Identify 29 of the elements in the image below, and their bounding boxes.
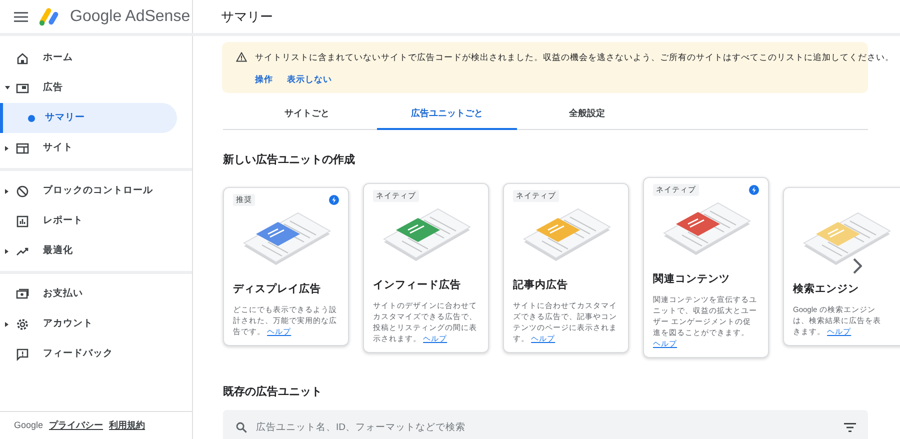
logo-text: Google AdSense: [70, 6, 190, 26]
banner-link[interactable]: 表示しない: [287, 72, 332, 86]
card-title: 関連コンテンツ: [653, 272, 731, 287]
banner-message: サイトリストに含まれていないサイトで広告コードが検出されました。収益の機会を逃さないよう、ご所有のサイトはすべてこのリストに追加してください。: [255, 51, 894, 64]
footer-brand: Google: [14, 418, 44, 432]
tab[interactable]: サイトごと: [237, 100, 377, 130]
card-title: インフィード広告: [373, 278, 462, 293]
card-title: 記事内広告: [513, 278, 569, 293]
sidebar-item[interactable]: 広告: [0, 73, 177, 103]
sidebar-item[interactable]: レポート: [0, 206, 177, 236]
sidebar-item[interactable]: ホーム: [0, 43, 177, 73]
card-title: 検索エンジン: [793, 282, 860, 297]
sidebar-item[interactable]: フィードバック: [0, 339, 177, 369]
tab[interactable]: 全般設定: [517, 100, 657, 130]
banner-link[interactable]: 操作: [255, 72, 273, 86]
card-title: ディスプレイ広告: [233, 282, 322, 297]
tab[interactable]: 広告ユニットごと: [377, 100, 517, 130]
page-title: サマリー: [220, 8, 273, 26]
sidebar-item[interactable]: お支払い: [0, 279, 177, 309]
footer-link[interactable]: 利用規約: [109, 418, 146, 432]
sidebar-item[interactable]: サイト: [0, 133, 177, 163]
search-field[interactable]: 広告ユニット名、ID、フォーマットなどで検索: [223, 410, 868, 439]
sidebar-item[interactable]: アカウント: [0, 309, 177, 339]
section-title: 新しい広告ユニットの作成: [223, 152, 356, 168]
sidebar-item[interactable]: サマリー: [0, 103, 177, 133]
section-title: 既存の広告ユニット: [223, 384, 323, 400]
sidebar-item[interactable]: ブロックのコントロール: [0, 176, 177, 206]
sidebar-item[interactable]: 最適化: [0, 236, 177, 266]
footer-link[interactable]: プライバシー: [49, 418, 104, 432]
